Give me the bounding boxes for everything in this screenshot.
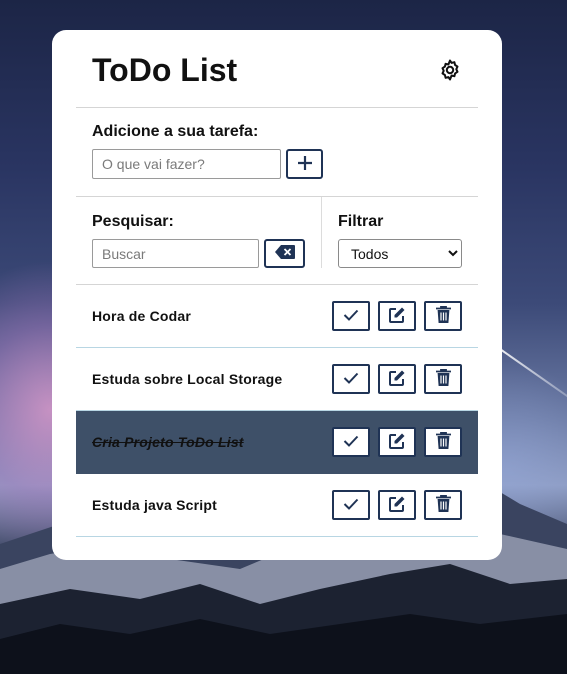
todo-text: Estuda sobre Local Storage xyxy=(92,371,283,387)
check-icon xyxy=(343,309,359,324)
page-title: ToDo List xyxy=(92,52,238,88)
check-icon xyxy=(343,435,359,450)
list-item: Hora de Codar xyxy=(76,285,478,348)
filter-group: Filtrar Todos xyxy=(322,197,462,284)
edit-button[interactable] xyxy=(378,490,416,520)
edit-icon xyxy=(388,432,406,453)
check-icon xyxy=(343,498,359,513)
filter-select[interactable]: Todos xyxy=(338,239,462,268)
add-task-button[interactable] xyxy=(286,149,323,179)
edit-icon xyxy=(388,495,406,516)
edit-button[interactable] xyxy=(378,427,416,457)
backspace-icon xyxy=(274,245,295,262)
list-item: Estuda sobre Local Storage xyxy=(76,348,478,411)
delete-button[interactable] xyxy=(424,364,462,394)
complete-button[interactable] xyxy=(332,364,370,394)
edit-icon xyxy=(388,306,406,327)
trash-icon xyxy=(435,368,451,389)
delete-button[interactable] xyxy=(424,301,462,331)
add-task-label: Adicione a sua tarefa: xyxy=(92,123,259,140)
edit-button[interactable] xyxy=(378,364,416,394)
edit-icon xyxy=(388,369,406,390)
trash-icon xyxy=(435,431,451,452)
header: ToDo List xyxy=(76,30,478,108)
list-item-done: Cria Projeto ToDo List xyxy=(76,411,478,474)
complete-button[interactable] xyxy=(332,427,370,457)
plus-icon xyxy=(297,155,313,174)
filter-label: Filtrar xyxy=(338,213,384,230)
search-filter-section: Pesquisar: Filtrar Todos xyxy=(76,197,478,285)
add-task-section: Adicione a sua tarefa: xyxy=(76,108,478,197)
delete-button[interactable] xyxy=(424,427,462,457)
clear-search-button[interactable] xyxy=(264,239,305,268)
todo-text: Estuda java Script xyxy=(92,497,217,513)
delete-button[interactable] xyxy=(424,490,462,520)
todo-card: ToDo List Adicione a sua tarefa: Pesquis… xyxy=(52,30,502,560)
search-label: Pesquisar: xyxy=(92,213,174,230)
complete-button[interactable] xyxy=(332,490,370,520)
search-input[interactable] xyxy=(92,239,259,268)
search-group: Pesquisar: xyxy=(92,197,322,268)
complete-button[interactable] xyxy=(332,301,370,331)
edit-button[interactable] xyxy=(378,301,416,331)
todo-list: Hora de Codar Estuda sobre Local Storage… xyxy=(76,285,478,537)
list-item: Estuda java Script xyxy=(76,474,478,537)
trash-icon xyxy=(435,494,451,515)
add-task-input[interactable] xyxy=(92,149,281,179)
todo-text: Cria Projeto ToDo List xyxy=(92,434,244,450)
check-icon xyxy=(343,372,359,387)
gear-icon[interactable] xyxy=(438,58,462,82)
todo-text: Hora de Codar xyxy=(92,308,192,324)
trash-icon xyxy=(435,305,451,326)
